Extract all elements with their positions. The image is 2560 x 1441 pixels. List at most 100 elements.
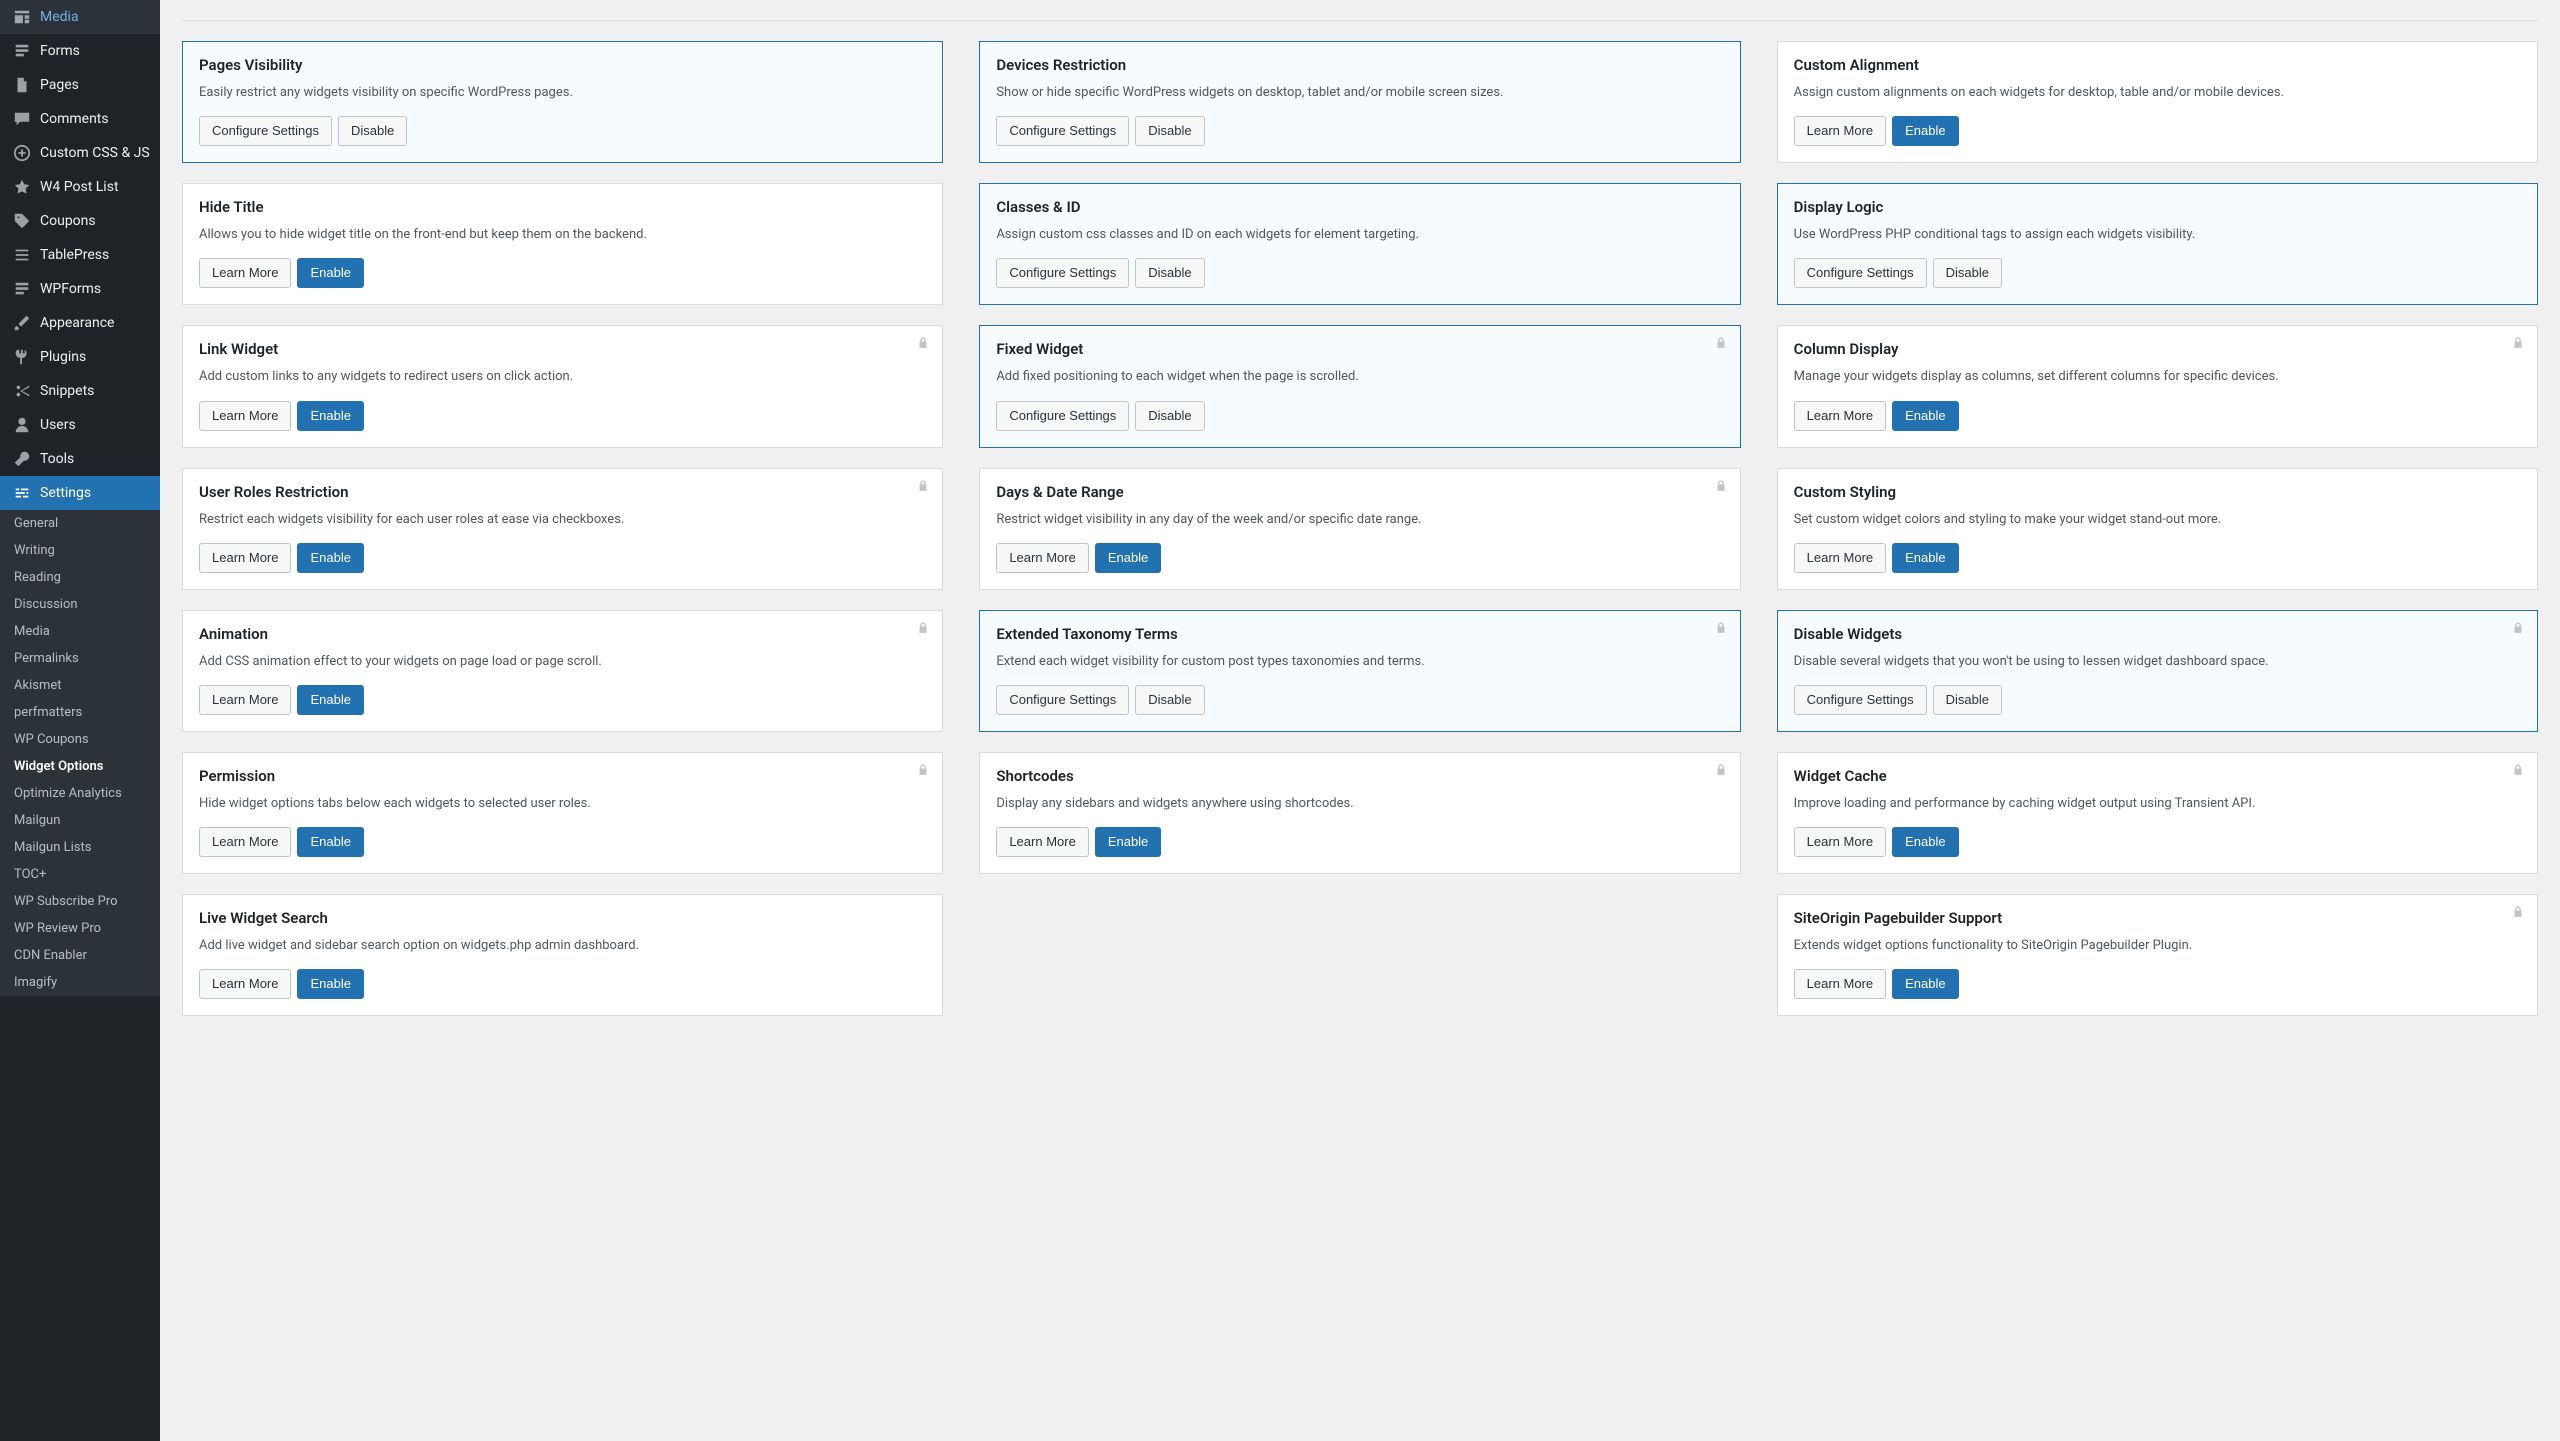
learn-more-button[interactable]: Learn More bbox=[199, 543, 291, 573]
sidebar-item-w4-post-list[interactable]: W4 Post List bbox=[0, 170, 160, 204]
disable-button[interactable]: Disable bbox=[1135, 258, 1204, 288]
sidebar-item-label: Coupons bbox=[40, 213, 96, 229]
sidebar-sub-item-wp-coupons[interactable]: WP Coupons bbox=[0, 726, 160, 753]
sidebar-sub-item-media-settings[interactable]: Media bbox=[0, 618, 160, 645]
sidebar-item-plugins[interactable]: Plugins bbox=[0, 340, 160, 374]
configure-settings-button[interactable]: Configure Settings bbox=[199, 116, 332, 146]
feature-actions: Configure SettingsDisable bbox=[996, 401, 1723, 431]
sidebar-sub-item-cdn-enabler[interactable]: CDN Enabler bbox=[0, 942, 160, 969]
learn-more-button[interactable]: Learn More bbox=[1794, 116, 1886, 146]
sidebar-sub-item-imagify[interactable]: Imagify bbox=[0, 969, 160, 996]
disable-button[interactable]: Disable bbox=[1135, 685, 1204, 715]
sidebar-item-pages[interactable]: Pages bbox=[0, 68, 160, 102]
configure-settings-button[interactable]: Configure Settings bbox=[996, 685, 1129, 715]
features-column: Custom AlignmentAssign custom alignments… bbox=[1777, 41, 2538, 1016]
feature-title: Devices Restriction bbox=[996, 56, 1723, 74]
learn-more-button[interactable]: Learn More bbox=[1794, 827, 1886, 857]
learn-more-button[interactable]: Learn More bbox=[199, 258, 291, 288]
feature-description: Manage your widgets display as columns, … bbox=[1794, 368, 2521, 386]
enable-button[interactable]: Enable bbox=[1095, 827, 1161, 857]
sidebar-item-appearance[interactable]: Appearance bbox=[0, 306, 160, 340]
sidebar-item-tools[interactable]: Tools bbox=[0, 442, 160, 476]
forms-icon bbox=[12, 279, 32, 299]
sidebar-sub-item-toc-plus[interactable]: TOC+ bbox=[0, 861, 160, 888]
disable-button[interactable]: Disable bbox=[338, 116, 407, 146]
feature-title: Fixed Widget bbox=[996, 340, 1723, 358]
feature-description: Extend each widget visibility for custom… bbox=[996, 653, 1723, 671]
configure-settings-button[interactable]: Configure Settings bbox=[1794, 685, 1927, 715]
enable-button[interactable]: Enable bbox=[1892, 969, 1958, 999]
enable-button[interactable]: Enable bbox=[297, 258, 363, 288]
sidebar-item-users[interactable]: Users bbox=[0, 408, 160, 442]
learn-more-button[interactable]: Learn More bbox=[199, 969, 291, 999]
lock-icon bbox=[2511, 621, 2525, 639]
sidebar-item-settings[interactable]: Settings bbox=[0, 476, 160, 510]
enable-button[interactable]: Enable bbox=[297, 401, 363, 431]
sidebar-item-tablepress[interactable]: TablePress bbox=[0, 238, 160, 272]
lock-icon bbox=[916, 621, 930, 639]
sidebar-sub-item-optimize-analytics[interactable]: Optimize Analytics bbox=[0, 780, 160, 807]
sidebar-sub-item-wp-subscribe-pro[interactable]: WP Subscribe Pro bbox=[0, 888, 160, 915]
sidebar-sub-item-writing[interactable]: Writing bbox=[0, 537, 160, 564]
feature-description: Assign custom alignments on each widgets… bbox=[1794, 84, 2521, 102]
sidebar-sub-item-general[interactable]: General bbox=[0, 510, 160, 537]
enable-button[interactable]: Enable bbox=[1892, 401, 1958, 431]
learn-more-button[interactable]: Learn More bbox=[996, 543, 1088, 573]
sidebar-item-label: Snippets bbox=[40, 383, 94, 399]
feature-actions: Configure SettingsDisable bbox=[996, 116, 1723, 146]
sidebar-item-label: Tools bbox=[40, 451, 74, 467]
learn-more-button[interactable]: Learn More bbox=[199, 827, 291, 857]
configure-settings-button[interactable]: Configure Settings bbox=[996, 258, 1129, 288]
enable-button[interactable]: Enable bbox=[297, 969, 363, 999]
learn-more-button[interactable]: Learn More bbox=[1794, 969, 1886, 999]
feature-description: Add CSS animation effect to your widgets… bbox=[199, 653, 926, 671]
disable-button[interactable]: Disable bbox=[1933, 258, 2002, 288]
configure-settings-button[interactable]: Configure Settings bbox=[996, 116, 1129, 146]
learn-more-button[interactable]: Learn More bbox=[199, 401, 291, 431]
feature-title: Live Widget Search bbox=[199, 909, 926, 927]
sidebar-sub-item-widget-options[interactable]: Widget Options bbox=[0, 753, 160, 780]
sidebar-item-custom-css-js[interactable]: Custom CSS & JS bbox=[0, 136, 160, 170]
enable-button[interactable]: Enable bbox=[297, 827, 363, 857]
enable-button[interactable]: Enable bbox=[1892, 543, 1958, 573]
sidebar-sub-item-discussion[interactable]: Discussion bbox=[0, 591, 160, 618]
feature-title: Classes & ID bbox=[996, 198, 1723, 216]
learn-more-button[interactable]: Learn More bbox=[1794, 543, 1886, 573]
star-icon bbox=[12, 177, 32, 197]
brush-icon bbox=[12, 313, 32, 333]
disable-button[interactable]: Disable bbox=[1135, 116, 1204, 146]
sidebar-sub-item-permalinks[interactable]: Permalinks bbox=[0, 645, 160, 672]
enable-button[interactable]: Enable bbox=[1095, 543, 1161, 573]
sidebar-item-snippets[interactable]: Snippets bbox=[0, 374, 160, 408]
learn-more-button[interactable]: Learn More bbox=[996, 827, 1088, 857]
sidebar-sub-item-mailgun-lists[interactable]: Mailgun Lists bbox=[0, 834, 160, 861]
enable-button[interactable]: Enable bbox=[297, 685, 363, 715]
feature-actions: Configure SettingsDisable bbox=[1794, 258, 2521, 288]
sidebar-sub-item-akismet[interactable]: Akismet bbox=[0, 672, 160, 699]
lock-icon bbox=[916, 336, 930, 354]
feature-description: Set custom widget colors and styling to … bbox=[1794, 511, 2521, 529]
sidebar-item-comments[interactable]: Comments bbox=[0, 102, 160, 136]
sidebar-item-coupons[interactable]: Coupons bbox=[0, 204, 160, 238]
sidebar-sub-item-wp-review-pro[interactable]: WP Review Pro bbox=[0, 915, 160, 942]
feature-actions: Configure SettingsDisable bbox=[996, 685, 1723, 715]
feature-description: Add live widget and sidebar search optio… bbox=[199, 937, 926, 955]
enable-button[interactable]: Enable bbox=[1892, 116, 1958, 146]
feature-card-hide-title: Hide TitleAllows you to hide widget titl… bbox=[182, 183, 943, 305]
enable-button[interactable]: Enable bbox=[297, 543, 363, 573]
disable-button[interactable]: Disable bbox=[1933, 685, 2002, 715]
sidebar-sub-item-label: Imagify bbox=[14, 975, 57, 990]
sidebar-item-media[interactable]: Media bbox=[0, 0, 160, 34]
feature-actions: Learn MoreEnable bbox=[199, 401, 926, 431]
enable-button[interactable]: Enable bbox=[1892, 827, 1958, 857]
learn-more-button[interactable]: Learn More bbox=[1794, 401, 1886, 431]
disable-button[interactable]: Disable bbox=[1135, 401, 1204, 431]
sidebar-item-forms[interactable]: Forms bbox=[0, 34, 160, 68]
sidebar-sub-item-mailgun[interactable]: Mailgun bbox=[0, 807, 160, 834]
learn-more-button[interactable]: Learn More bbox=[199, 685, 291, 715]
sidebar-item-wpforms[interactable]: WPForms bbox=[0, 272, 160, 306]
sidebar-sub-item-perfmatters[interactable]: perfmatters bbox=[0, 699, 160, 726]
configure-settings-button[interactable]: Configure Settings bbox=[996, 401, 1129, 431]
configure-settings-button[interactable]: Configure Settings bbox=[1794, 258, 1927, 288]
sidebar-sub-item-reading[interactable]: Reading bbox=[0, 564, 160, 591]
